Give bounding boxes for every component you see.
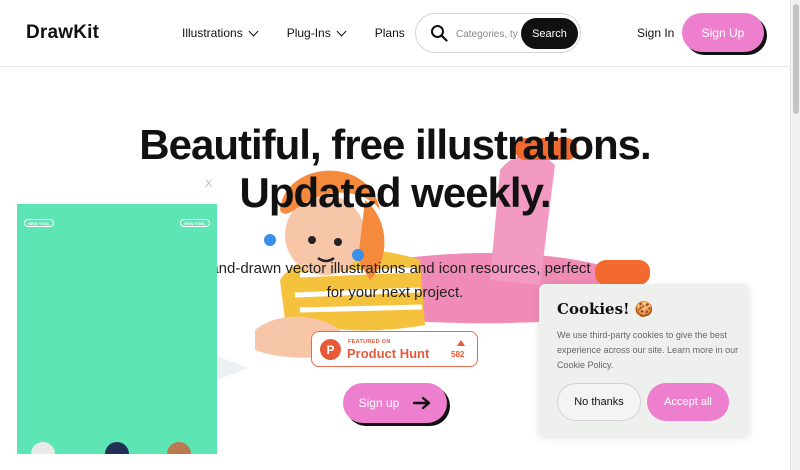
ad-panel[interactable]: NEW TOOL NEW TOOL: [17, 204, 217, 454]
page-scrollbar[interactable]: [790, 0, 800, 470]
upvote-triangle-icon: [457, 340, 465, 346]
drawkit-logo[interactable]: DrawKit: [26, 22, 99, 44]
search-button[interactable]: Search: [521, 18, 578, 49]
ad-tag-left: NEW TOOL: [24, 219, 54, 227]
nav-plug-ins[interactable]: Plug-Ins: [286, 26, 347, 40]
sign-in-link[interactable]: Sign In: [637, 26, 674, 40]
nav-illustrations[interactable]: Illustrations: [182, 26, 259, 40]
scrollbar-thumb[interactable]: [793, 4, 799, 114]
search-input[interactable]: [456, 25, 518, 43]
no-thanks-button[interactable]: No thanks: [557, 383, 641, 421]
search-icon: [431, 25, 448, 42]
product-hunt-badge[interactable]: P FEATURED ON Product Hunt 582: [311, 331, 478, 367]
nav-plans-label: Plans: [374, 26, 405, 40]
hero-subtitle-line1: Hand-drawn vector illustrations and icon…: [199, 260, 591, 277]
chevron-down-icon: [248, 26, 259, 36]
hero-sign-up-label: Sign up: [358, 396, 400, 410]
nav-illustrations-label: Illustrations: [182, 26, 243, 40]
product-hunt-name: Product Hunt: [347, 346, 430, 361]
arrow-right-icon: [413, 396, 431, 410]
ad-tag-right: NEW TOOL: [180, 219, 210, 227]
nav-plans[interactable]: Plans: [375, 26, 405, 40]
product-hunt-count: 582: [451, 350, 465, 359]
cookie-title: Cookies! 🍪: [557, 300, 654, 318]
nav-plug-ins-label: Plug-Ins: [286, 26, 331, 40]
site-header: DrawKit Illustrations Plug-Ins Plans Sea…: [0, 0, 790, 67]
speech-pointer-shape: [217, 356, 249, 380]
hero-title-line1: Beautiful, free illustrations.: [139, 121, 651, 168]
ad-close-button[interactable]: X: [205, 178, 212, 190]
ad-avatar: [105, 442, 129, 454]
search-bar: Search: [415, 13, 581, 53]
ad-avatar: [167, 442, 191, 454]
ad-avatar: [31, 442, 55, 454]
main-nav: Illustrations Plug-Ins Plans: [182, 26, 405, 40]
hero-sign-up-button[interactable]: Sign up: [343, 383, 447, 423]
product-hunt-featured-label: FEATURED ON: [348, 339, 391, 345]
sign-up-button[interactable]: Sign Up: [682, 13, 764, 52]
product-hunt-icon: P: [320, 339, 341, 360]
accept-all-button[interactable]: Accept all: [647, 383, 729, 421]
cookie-text: We use third-party cookies to give the b…: [557, 330, 739, 370]
chevron-down-icon: [336, 26, 347, 36]
cookie-banner: Cookies! 🍪 We use third-party cookies to…: [539, 284, 749, 436]
